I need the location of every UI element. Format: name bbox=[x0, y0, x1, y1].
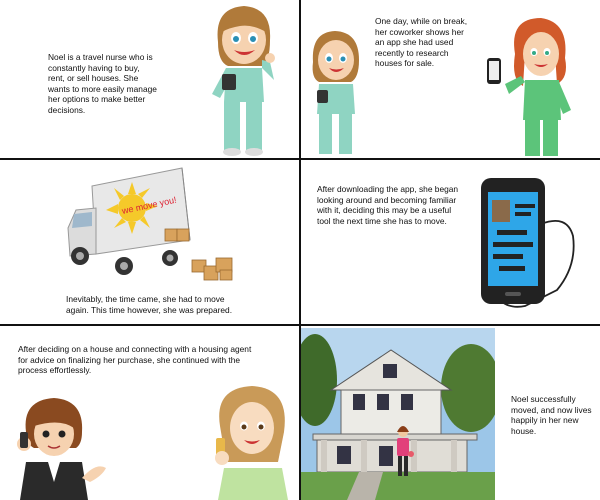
coworker-figure bbox=[487, 18, 571, 156]
panel-2-caption: One day, while on break, her coworker sh… bbox=[375, 16, 468, 68]
noel-phone-figure bbox=[215, 386, 288, 500]
panel-3: we move you! Inevitably, the time came, … bbox=[0, 160, 299, 324]
panel-4-caption: After downloading the app, she began loo… bbox=[317, 184, 459, 226]
agent-figure bbox=[17, 398, 106, 500]
nurse-figure bbox=[212, 6, 275, 156]
truck-boxes bbox=[164, 228, 190, 242]
panel-1-caption: Noel is a travel nurse who is constantly… bbox=[48, 52, 157, 115]
panel-6: Noel successfully moved, and now lives h… bbox=[301, 326, 600, 500]
moving-truck: we move you! bbox=[67, 167, 191, 275]
comic-page: Noel is a travel nurse who is constantly… bbox=[0, 0, 600, 500]
panel-2: One day, while on break, her coworker sh… bbox=[301, 0, 600, 158]
panel-4: After downloading the app, she began loo… bbox=[301, 160, 600, 324]
panel-3-caption: Inevitably, the time came, she had to mo… bbox=[66, 294, 233, 315]
cardboard-boxes bbox=[191, 257, 233, 281]
panel-5-caption: After deciding on a house and connecting… bbox=[18, 344, 252, 375]
panel-5: After deciding on a house and connecting… bbox=[0, 326, 299, 500]
nurse-figure-2 bbox=[312, 31, 359, 154]
panel-1: Noel is a travel nurse who is constantly… bbox=[0, 0, 299, 158]
house-photo bbox=[301, 328, 495, 500]
smartphone-app bbox=[481, 178, 575, 308]
panel-6-caption: Noel successfully moved, and now lives h… bbox=[511, 394, 592, 436]
